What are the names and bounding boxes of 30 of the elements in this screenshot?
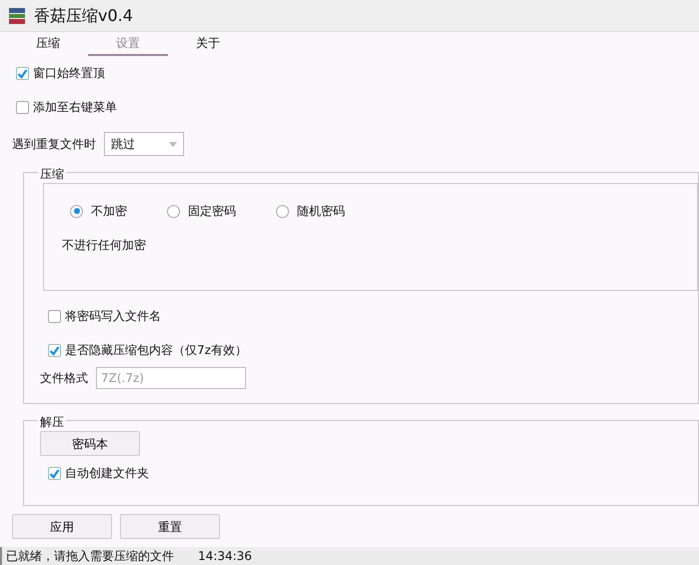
dropdown[interactable]: 跳过	[104, 132, 184, 156]
password-book-button[interactable]: 密码本	[40, 431, 140, 456]
checkbox-label: 自动创建文件夹	[65, 465, 149, 482]
window-title: 香菇压缩v0.4	[34, 4, 133, 26]
checkbox[interactable]	[48, 344, 61, 356]
radio-button[interactable]	[276, 204, 289, 218]
checkbox[interactable]	[16, 100, 29, 114]
reset-button[interactable]: 重置	[120, 514, 220, 539]
checkbox[interactable]	[48, 310, 61, 322]
caret-icon	[169, 142, 177, 146]
app-icon	[8, 6, 26, 24]
tab[interactable]: 关于	[168, 32, 248, 56]
radio-label: 固定密码	[188, 203, 236, 220]
radio-label: 随机密码	[297, 203, 345, 220]
field-label: 遇到重复文件时	[12, 136, 96, 153]
radio-label: 不加密	[91, 203, 127, 220]
radio-button[interactable]	[70, 204, 83, 218]
apply-button[interactable]: 应用	[12, 514, 112, 539]
status-time: 14:34:36	[198, 548, 252, 565]
description-text: 不进行任何加密	[62, 237, 146, 254]
checkbox-label: 窗口始终置顶	[33, 65, 105, 82]
checkbox[interactable]	[48, 466, 61, 480]
status-message: 已就绪，请拖入需要压缩的文件	[6, 548, 174, 565]
checkbox-label: 将密码写入文件名	[65, 308, 161, 325]
checkbox-label: 是否隐藏压缩包内容（仅7z有效）	[65, 342, 247, 359]
checkbox[interactable]	[16, 66, 29, 80]
checkbox-label: 添加至右键菜单	[33, 99, 117, 116]
radio-button[interactable]	[167, 204, 180, 218]
field-label: 文件格式	[40, 370, 88, 387]
tab[interactable]: 压缩	[8, 32, 88, 56]
